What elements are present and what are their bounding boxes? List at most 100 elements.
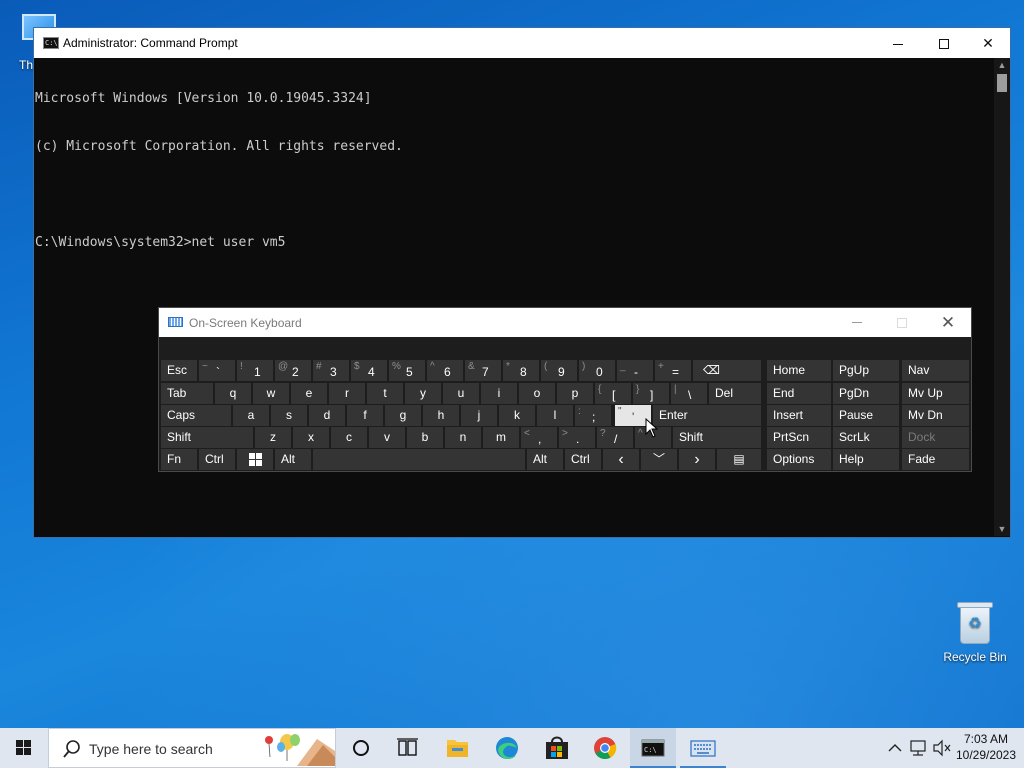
key-esc[interactable]: Esc (161, 360, 197, 381)
key-pause[interactable]: Pause (833, 405, 899, 426)
key-i[interactable]: i (481, 383, 517, 404)
taskbar-clock[interactable]: 7:03 AM 10/29/2023 (952, 731, 1020, 763)
key-u[interactable]: u (443, 383, 479, 404)
key-pgup[interactable]: PgUp (833, 360, 899, 381)
key-5[interactable]: % 5 (389, 360, 425, 381)
key-n[interactable]: n (445, 427, 481, 448)
key-windows[interactable] (237, 449, 273, 470)
key-prtscn[interactable]: PrtScn (767, 427, 831, 448)
key-help[interactable]: Help (833, 449, 899, 470)
key-1[interactable]: ! 1 (237, 360, 273, 381)
recycle-bin-desktop-icon[interactable]: ♻ Recycle Bin (940, 600, 1010, 664)
osk-titlebar[interactable]: On-Screen Keyboard ✕ (159, 308, 971, 337)
key-f[interactable]: f (347, 405, 383, 426)
key-del[interactable]: Del (709, 383, 761, 404)
vertical-scrollbar[interactable]: ▲ ▼ (994, 58, 1010, 536)
key-h[interactable]: h (423, 405, 459, 426)
key-tab[interactable]: Tab (161, 383, 213, 404)
key-right-arrow[interactable]: › (679, 449, 715, 470)
key-slash[interactable]: ? / (597, 427, 633, 448)
key-v[interactable]: v (369, 427, 405, 448)
key-left-ctrl[interactable]: Ctrl (199, 449, 235, 470)
key-3[interactable]: #3 (313, 360, 349, 381)
on-screen-keyboard-taskbar-button[interactable] (680, 728, 726, 768)
key-j[interactable]: j (461, 405, 497, 426)
key-e[interactable]: e (291, 383, 327, 404)
key-backspace[interactable]: ⌫ (693, 360, 761, 381)
key-nav[interactable]: Nav (902, 360, 969, 381)
command-prompt-taskbar-button[interactable]: C:\ (630, 728, 676, 768)
key-a[interactable]: a (233, 405, 269, 426)
maximize-button[interactable] (921, 28, 967, 58)
key-backslash[interactable]: | \ (671, 383, 707, 404)
start-button[interactable] (0, 728, 48, 768)
key-z[interactable]: z (255, 427, 291, 448)
key-p[interactable]: p (557, 383, 593, 404)
key-l[interactable]: l (537, 405, 573, 426)
key-y[interactable]: y (405, 383, 441, 404)
key-home[interactable]: Home (767, 360, 831, 381)
microsoft-store-taskbar-button[interactable] (534, 728, 580, 768)
key-move-up[interactable]: Mv Up (902, 383, 969, 404)
key-k[interactable]: k (499, 405, 535, 426)
key-d[interactable]: d (309, 405, 345, 426)
key-r[interactable]: r (329, 383, 365, 404)
scroll-down-arrow-icon[interactable]: ▼ (994, 522, 1010, 536)
edge-taskbar-button[interactable] (484, 728, 530, 768)
key-minus[interactable]: _ - (617, 360, 653, 381)
file-explorer-taskbar-button[interactable] (434, 728, 480, 768)
key-right-alt[interactable]: Alt (527, 449, 563, 470)
key-scrlk[interactable]: ScrLk (833, 427, 899, 448)
key-x[interactable]: x (293, 427, 329, 448)
network-tray-button[interactable] (907, 728, 931, 768)
key-8[interactable]: * 8 (503, 360, 539, 381)
osk-maximize-button[interactable] (879, 308, 925, 337)
key-period[interactable]: >. (559, 427, 595, 448)
key-o[interactable]: o (519, 383, 555, 404)
key-menu[interactable]: ▤ (717, 449, 761, 470)
taskbar-search-box[interactable]: Type here to search (48, 728, 336, 768)
key-down-arrow[interactable]: ﹀ (641, 449, 677, 470)
key-m[interactable]: m (483, 427, 519, 448)
key-dock[interactable]: Dock (902, 427, 969, 448)
key-caps[interactable]: Caps (161, 405, 231, 426)
scroll-thumb[interactable] (997, 74, 1007, 92)
key-right-shift[interactable]: Shift (673, 427, 761, 448)
key-insert[interactable]: Insert (767, 405, 831, 426)
key-comma[interactable]: <, (521, 427, 557, 448)
key-left-arrow[interactable]: ‹ (603, 449, 639, 470)
key-space[interactable] (313, 449, 525, 470)
scroll-up-arrow-icon[interactable]: ▲ (994, 58, 1010, 72)
close-button[interactable]: ✕ (965, 28, 1011, 58)
command-prompt-titlebar[interactable]: C:\ Administrator: Command Prompt ✕ (34, 28, 1010, 58)
key-backtick[interactable]: ~ ` (199, 360, 235, 381)
minimize-button[interactable] (875, 28, 921, 58)
key-left-alt[interactable]: Alt (275, 449, 311, 470)
key-9[interactable]: (9 (541, 360, 577, 381)
key-right-ctrl[interactable]: Ctrl (565, 449, 601, 470)
key-equals[interactable]: + = (655, 360, 691, 381)
cortana-button[interactable] (338, 728, 384, 768)
key-left-bracket[interactable]: {[ (595, 383, 631, 404)
key-q[interactable]: q (215, 383, 251, 404)
key-b[interactable]: b (407, 427, 443, 448)
key-left-shift[interactable]: Shift (161, 427, 253, 448)
key-t[interactable]: t (367, 383, 403, 404)
key-0[interactable]: ) 0 (579, 360, 615, 381)
key-s[interactable]: s (271, 405, 307, 426)
task-view-button[interactable] (384, 728, 430, 768)
key-semicolon[interactable]: :; (575, 405, 611, 426)
osk-minimize-button[interactable] (834, 308, 880, 337)
key-7[interactable]: & 7 (465, 360, 501, 381)
key-fade[interactable]: Fade (902, 449, 969, 470)
key-2[interactable]: @2 (275, 360, 311, 381)
key-move-down[interactable]: Mv Dn (902, 405, 969, 426)
volume-tray-button[interactable] (931, 728, 953, 768)
key-enter[interactable]: Enter (653, 405, 761, 426)
chrome-taskbar-button[interactable] (582, 728, 628, 768)
key-fn[interactable]: Fn (161, 449, 197, 470)
key-right-bracket[interactable]: }] (633, 383, 669, 404)
key-pgdn[interactable]: PgDn (833, 383, 899, 404)
key-w[interactable]: w (253, 383, 289, 404)
key-g[interactable]: g (385, 405, 421, 426)
